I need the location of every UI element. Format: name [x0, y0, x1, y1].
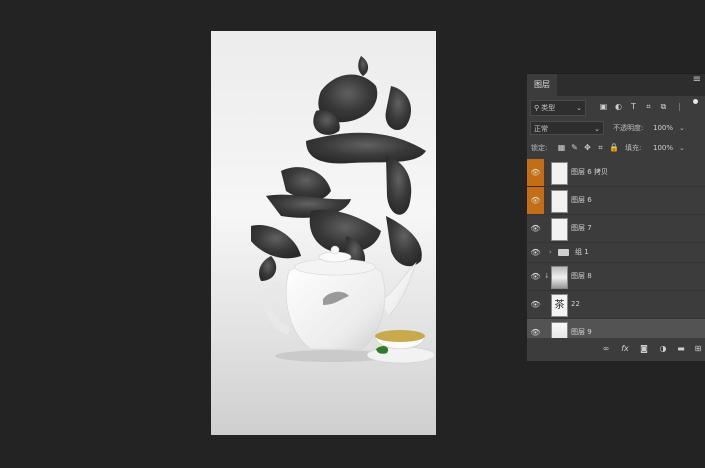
filter-toggle-dot-icon[interactable]: [693, 99, 698, 104]
layer-filter-row: ⚲ 类型 ⌄ ▣ ◐ T ⌗ ⧉ |: [527, 97, 705, 117]
layer-thumbnail: [551, 266, 568, 289]
layer-name: 组 1: [575, 248, 589, 256]
chevron-down-icon: ⌄: [576, 104, 582, 112]
shape-filter-icon[interactable]: ⌗: [644, 102, 653, 111]
layer-name: 图层 6 拷贝: [571, 168, 608, 176]
lock-paint-icon[interactable]: ✎: [570, 143, 579, 152]
panel-tab-bar: 图层 ≡: [527, 74, 705, 96]
lock-transparent-icon[interactable]: ▦: [557, 143, 566, 152]
layer-name: 图层 6: [571, 196, 592, 204]
layer-row[interactable]: 👁 图层 6: [527, 187, 705, 215]
layer-row[interactable]: 👁 ↓ 图层 8: [527, 263, 705, 291]
search-icon: ⚲: [534, 104, 540, 112]
layer-row[interactable]: 👁 图层 7: [527, 215, 705, 243]
calligraphy-tea-character: [251, 56, 426, 281]
pixel-filter-icon[interactable]: ▣: [599, 102, 608, 111]
opacity-value[interactable]: 100%: [653, 121, 673, 135]
layer-name: 22: [571, 300, 580, 308]
filter-kind-label: 类型: [541, 104, 556, 112]
opacity-label: 不透明度:: [613, 124, 644, 132]
fill-dropdown-icon[interactable]: ⌄: [679, 141, 685, 155]
layer-row[interactable]: 👁 图层 6 拷贝: [527, 159, 705, 187]
poster-artwork: [251, 56, 436, 364]
tea-cup: [366, 330, 436, 364]
visibility-eye-icon[interactable]: 👁: [527, 291, 544, 318]
layer-name: 图层 7: [571, 224, 592, 232]
fill-value[interactable]: 100%: [653, 141, 673, 155]
adjustment-filter-icon[interactable]: ◐: [614, 102, 623, 111]
visibility-eye-icon[interactable]: 👁: [527, 159, 544, 186]
visibility-eye-icon[interactable]: 👁: [527, 263, 544, 290]
chevron-right-icon[interactable]: ›: [549, 243, 552, 262]
lock-label: 锁定:: [531, 144, 548, 152]
folder-icon[interactable]: ▬: [676, 344, 686, 354]
visibility-eye-icon[interactable]: 👁: [527, 243, 544, 262]
link-icon[interactable]: ∞: [601, 344, 611, 354]
clipping-link-icon: ↓: [544, 272, 550, 280]
blend-mode-value: 正常: [534, 125, 548, 133]
lock-all-icon[interactable]: 🔒: [609, 143, 619, 152]
adjustment-icon[interactable]: ◑: [658, 344, 668, 354]
group-row[interactable]: 👁 › 组 1: [527, 243, 705, 263]
layers-panel: 图层 ≡ ⚲ 类型 ⌄ ▣ ◐ T ⌗ ⧉ | 正常 ⌄ 不透明度: 100% ⌄…: [527, 73, 705, 361]
blend-mode-dropdown[interactable]: 正常 ⌄: [530, 121, 604, 135]
smart-object-filter-icon[interactable]: ⧉: [659, 102, 668, 111]
tab-layers[interactable]: 图层: [527, 74, 557, 96]
layer-thumbnail: [551, 218, 568, 241]
layer-name: 图层 8: [571, 272, 592, 280]
panel-menu-icon[interactable]: ≡: [693, 74, 701, 86]
fx-icon[interactable]: fx: [620, 344, 630, 354]
fill-label: 填充:: [625, 144, 642, 152]
document-canvas[interactable]: [211, 31, 436, 435]
layer-thumbnail: [551, 162, 568, 185]
layer-row[interactable]: 👁 茶 22: [527, 291, 705, 319]
visibility-eye-icon[interactable]: 👁: [527, 187, 544, 214]
folder-icon: [558, 249, 569, 256]
lock-artboard-icon[interactable]: ⌗: [596, 143, 605, 152]
lock-fill-row: 锁定: ▦ ✎ ✥ ⌗ 🔒 填充: 100% ⌄: [527, 140, 705, 158]
chevron-down-icon: ⌄: [594, 125, 600, 133]
layers-bottom-bar: ∞ fx ◙ ◑ ▬ ⊞: [527, 338, 705, 360]
visibility-eye-icon[interactable]: 👁: [527, 215, 544, 242]
mask-icon[interactable]: ◙: [639, 344, 649, 354]
filter-toggle-icon[interactable]: |: [675, 102, 684, 111]
blend-opacity-row: 正常 ⌄ 不透明度: 100% ⌄: [527, 119, 705, 139]
type-filter-icon[interactable]: T: [629, 102, 638, 111]
layer-thumbnail: 茶: [551, 294, 568, 317]
layer-thumbnail: [551, 190, 568, 213]
lock-position-icon[interactable]: ✥: [583, 143, 592, 152]
filter-kind-dropdown[interactable]: ⚲ 类型 ⌄: [530, 100, 586, 116]
opacity-dropdown-icon[interactable]: ⌄: [679, 121, 685, 135]
new-layer-icon[interactable]: ⊞: [693, 344, 703, 354]
